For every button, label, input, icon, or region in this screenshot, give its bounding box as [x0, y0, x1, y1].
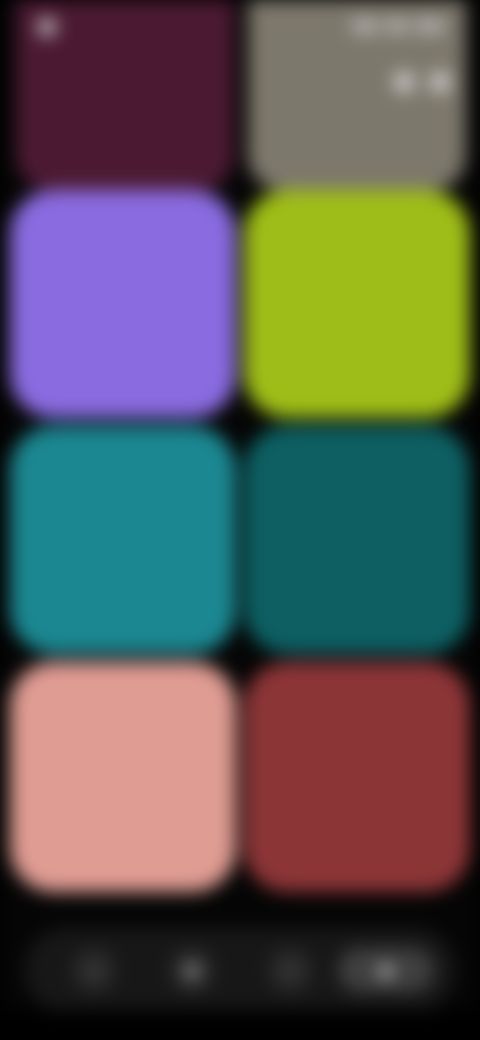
genre-tile-4[interactable]	[244, 426, 470, 654]
notification-icon	[38, 18, 56, 36]
genre-tile-5[interactable]	[10, 662, 236, 892]
genre-tile-3[interactable]	[10, 426, 236, 654]
status-bar	[0, 0, 480, 48]
wifi-icon	[386, 20, 408, 32]
genre-tile-6[interactable]	[244, 662, 470, 892]
settings-icon[interactable]	[430, 72, 450, 92]
genre-tile-2[interactable]	[244, 190, 470, 418]
app-screen: ⌂ ▦ ⌕ ◉	[0, 0, 480, 1040]
header-actions	[366, 68, 450, 96]
history-icon[interactable]	[394, 72, 414, 92]
battery-icon	[416, 20, 444, 32]
library-icon[interactable]: ◉	[338, 948, 434, 992]
browse-icon[interactable]: ▦	[170, 948, 214, 992]
home-icon[interactable]: ⌂	[72, 948, 116, 992]
search-icon[interactable]: ⌕	[268, 948, 312, 992]
status-icons	[352, 18, 444, 34]
genre-tile-1[interactable]	[10, 190, 236, 418]
signal-icon	[352, 20, 378, 32]
bottom-navigation: ⌂ ▦ ⌕ ◉	[24, 928, 456, 1012]
system-gesture-bar	[0, 1010, 480, 1040]
